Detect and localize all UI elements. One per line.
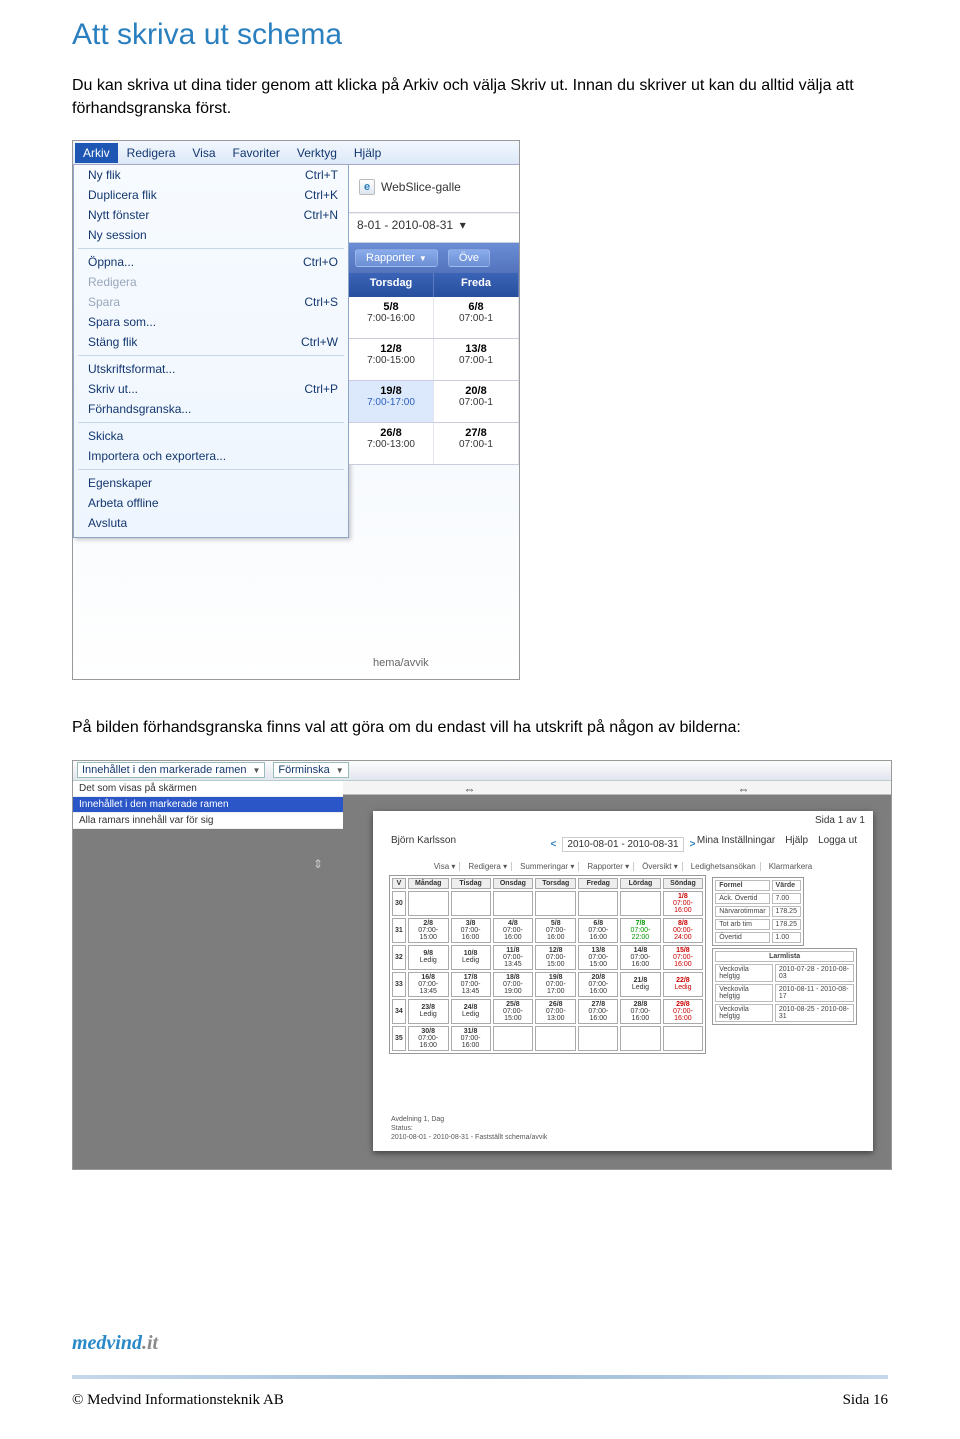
menu-item[interactable]: Ny session [74,225,348,245]
calendar-cell[interactable]: 27/807:00-1 [434,423,519,464]
webslice-icon: e [359,179,375,195]
sub-toolbar: Visa ▾Redigera ▾ Summeringar ▾ Rapporter ▾… [389,862,857,871]
action-row: Rapporter▼ Öve [349,243,519,273]
calendar-cell[interactable]: 6/807:00-1 [434,297,519,338]
menu-redigera[interactable]: Redigera [119,143,184,163]
sub-toolbar-item[interactable]: Visa ▾ [430,862,461,871]
next-arrow-icon[interactable]: > [690,839,696,850]
sub-toolbar-item[interactable]: Översikt ▾ [638,862,683,871]
horizontal-ruler: ⇔ ⇔ [343,781,891,795]
menu-verktyg[interactable]: Verktyg [289,143,345,163]
page-counter: Sida 1 av 1 [815,815,865,826]
menu-item: SparaCtrl+S [74,292,348,312]
menu-item[interactable]: Spara som... [74,312,348,332]
mid-text: På bilden förhandsgranska finns val att … [72,716,888,739]
sub-toolbar-item[interactable]: Summeringar ▾ [516,862,579,871]
meta-panel: FormelVärdeAck. Övertid7.00Närvarotimmar… [712,875,857,1054]
menu-item: Redigera [74,272,348,292]
calendar-cell[interactable]: 20/807:00-1 [434,381,519,422]
ruler-mark-icon[interactable]: ⇔ [738,782,750,796]
menu-favoriter[interactable]: Favoriter [225,143,288,163]
info-table: FormelVärdeAck. Övertid7.00Närvarotimmar… [712,877,804,946]
webslice-label: e WebSlice-galle [359,179,461,195]
sub-toolbar-item[interactable]: Klarmarkera [765,862,817,871]
frame-option[interactable]: Alla ramars innehåll var för sig [73,813,343,829]
menubar: ArkivRedigeraVisaFavoriterVerktygHjälp [73,141,519,165]
menu-hjälp[interactable]: Hjälp [346,143,389,163]
menu-item[interactable]: Duplicera flikCtrl+K [74,185,348,205]
menu-item[interactable]: Förhandsgranska... [74,399,348,419]
intro-text: Du kan skriva ut dina tider genom att kl… [72,74,888,120]
page-number: Sida 16 [843,1392,888,1409]
frame-option[interactable]: Innehållet i den markerade ramen [73,797,343,813]
preview-toolbar: Innehållet i den markerade ramen▼ Förmin… [73,761,891,781]
menu-visa[interactable]: Visa [184,143,223,163]
menu-item[interactable]: Stäng flikCtrl+W [74,332,348,352]
screenshot-arkiv-menu: ArkivRedigeraVisaFavoriterVerktygHjälp N… [72,140,520,680]
calendar-cell[interactable]: 12/87:00-15:00 [349,339,434,380]
menu-item[interactable]: Arbeta offline [74,493,348,513]
calendar-table: VMåndagTisdagOnsdagTorsdagFredagLördagSö… [389,875,706,1054]
rapporter-button[interactable]: Rapporter▼ [355,249,438,267]
copyright: © Medvind Informationsteknik AB [72,1392,284,1409]
menu-item[interactable]: Skicka [74,426,348,446]
menu-item[interactable]: Skriv ut...Ctrl+P [74,379,348,399]
frame-option[interactable]: Det som visas på skärmen [73,781,343,797]
menu-item[interactable]: Ny flikCtrl+T [74,165,348,185]
sub-toolbar-item[interactable]: Ledighetsansökan [687,862,761,871]
prev-arrow-icon[interactable]: < [551,839,557,850]
screenshot-print-preview: Innehållet i den markerade ramen▼ Förmin… [72,760,892,1170]
menu-item[interactable]: Avsluta [74,513,348,533]
toolbar-bg: e WebSlice-galle [349,165,519,213]
shrink-combo[interactable]: Förminska▼ [273,762,348,778]
day-header-row: TorsdagFreda [349,273,519,297]
preview-left-pane: ⇕ [73,847,343,1169]
menu-item[interactable]: Importera och exportera... [74,446,348,466]
menu-item[interactable]: Nytt fönsterCtrl+N [74,205,348,225]
medvind-logo: medvind.it [72,1332,158,1355]
page-title: Att skriva ut schema [72,18,888,52]
frame-options-list: Det som visas på skärmenInnehållet i den… [73,781,343,829]
header-link[interactable]: Logga ut [818,835,857,846]
vertical-ruler-mark-icon[interactable]: ⇕ [313,857,325,871]
day-header: Torsdag [349,273,434,297]
day-header: Freda [434,273,519,297]
frame-select-combo[interactable]: Innehållet i den markerade ramen▼ [77,762,265,778]
preview-page: Sida 1 av 1 Björn Karlsson < 2010-08-01 … [373,811,873,1151]
larm-table: LarmlistaVeckovila helgtjg2010-07-28 - 2… [712,948,857,1025]
calendar-cell[interactable]: 13/807:00-1 [434,339,519,380]
menu-item[interactable]: Öppna...Ctrl+O [74,252,348,272]
calendar-grid: 5/87:00-16:006/807:00-112/87:00-15:0013/… [349,297,519,465]
ruler-mark-icon[interactable]: ⇔ [464,782,476,796]
arkiv-dropdown: Ny flikCtrl+TDuplicera flikCtrl+KNytt fö… [73,165,349,538]
oversikt-button[interactable]: Öve [448,249,490,267]
webslice-text: WebSlice-galle [381,180,461,194]
header-link[interactable]: Mina Inställningar [697,835,775,846]
date-range-box[interactable]: 2010-08-01 - 2010-08-31 [562,837,683,852]
menu-item[interactable]: Utskriftsformat... [74,359,348,379]
date-range-field[interactable]: 8-01 - 2010-08-31 ▾ [349,213,519,243]
calendar-cell[interactable]: 5/87:00-16:00 [349,297,434,338]
calendar-cell[interactable]: 26/87:00-13:00 [349,423,434,464]
menu-item[interactable]: Egenskaper [74,473,348,493]
user-name: Björn Karlsson [391,835,456,846]
date-range-text: 8-01 - 2010-08-31 [357,218,453,232]
sub-toolbar-item[interactable]: Redigera ▾ [464,862,512,871]
footer-divider [72,1374,888,1379]
status-line: hema/avvik [373,657,509,669]
header-link[interactable]: Hjälp [785,835,808,846]
sub-toolbar-item[interactable]: Rapporter ▾ [583,862,634,871]
calendar-cell[interactable]: 19/87:00-17:00 [349,381,434,422]
preview-footer: Avdelning 1, DagStatus:2010-08-01 - 2010… [391,1115,547,1142]
menu-arkiv[interactable]: Arkiv [75,143,118,163]
